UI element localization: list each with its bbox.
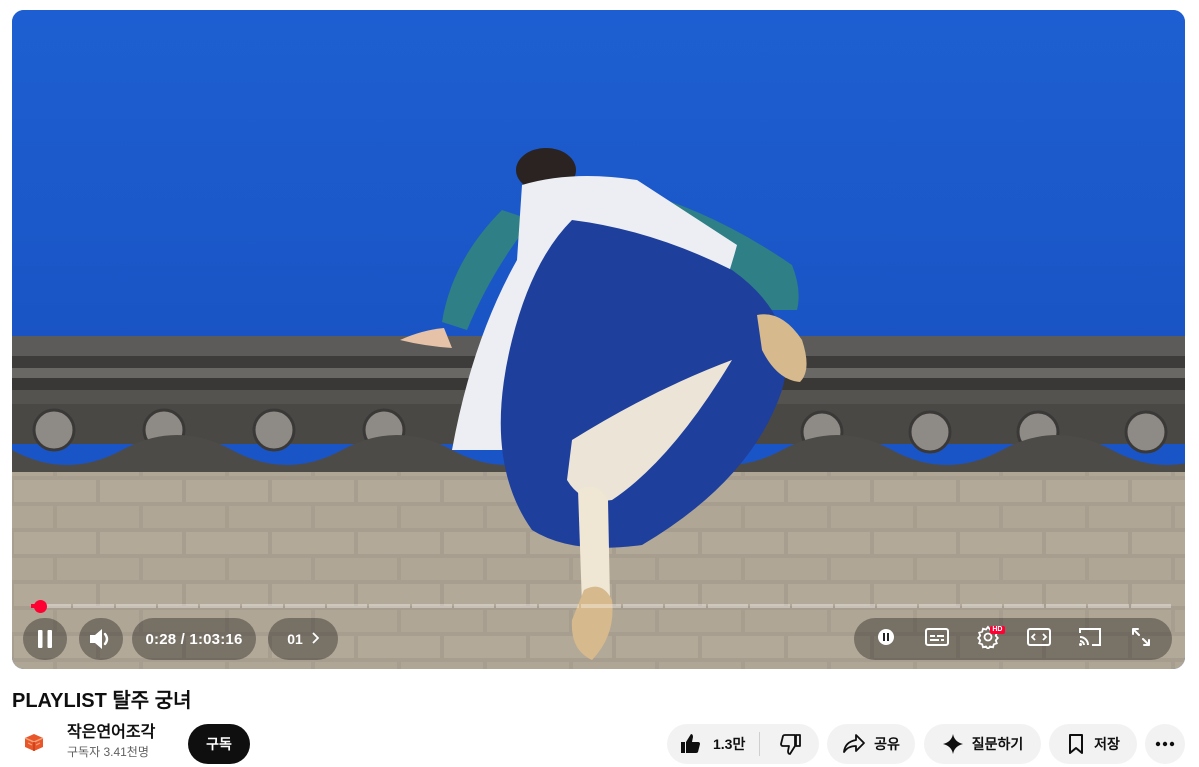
chapter-segment [369,604,410,608]
chapter-segment [623,604,664,608]
sparkle-icon [942,733,964,755]
chapter-segment [792,604,833,608]
theater-mode-button[interactable] [1018,618,1060,660]
chapter-segment [327,604,368,608]
chapter-segment [538,604,579,608]
video-player[interactable]: 0:28 / 1:03:16 01 HD [12,10,1185,669]
video-frame [12,10,1185,669]
theater-mode-icon [1026,627,1052,652]
chapter-segment [919,604,960,608]
channel-block: 작은연어조각 구독자 3.41천명 [14,722,155,762]
chapter-segment [834,604,875,608]
chapter-segment [750,604,791,608]
dislike-button[interactable] [760,724,819,764]
chapter-segment [1046,604,1087,608]
chapter-segment [157,604,199,608]
like-count: 1.3만 [713,736,746,752]
pause-button[interactable] [23,618,67,660]
channel-name[interactable]: 작은연어조각 [67,723,155,743]
chapter-segment [284,604,326,608]
thumbs-up-icon [679,732,703,756]
time-display: 0:28 / 1:03:16 [132,618,256,660]
cast-icon [1077,626,1103,653]
settings-button[interactable]: HD [967,618,1009,660]
chapter-segment [73,604,114,608]
subtitles-button[interactable] [916,618,958,660]
chapter-segment [1130,604,1172,608]
chapter-segment [876,604,918,608]
volume-icon [80,618,122,660]
chapter-segment [411,604,452,608]
time-separator: / [176,630,190,648]
autoplay-toggle[interactable] [865,618,907,660]
channel-avatar[interactable] [14,722,54,762]
subtitles-icon [924,627,950,652]
chapter-segment [1003,604,1045,608]
more-actions-button[interactable] [1145,724,1185,764]
thumbs-down-icon [778,732,802,756]
chapter-segment [1088,604,1129,608]
progress-bar[interactable] [31,600,1172,613]
chevron-right-icon [311,631,320,647]
fullscreen-button[interactable] [1120,618,1162,660]
mute-button[interactable] [79,618,123,660]
chapter-segment [453,604,495,608]
salmon-logo-icon [24,734,44,751]
share-icon [842,733,866,755]
video-title: PLAYLIST 탈주 궁녀 [12,690,192,712]
cast-button[interactable] [1069,618,1111,660]
chapter-segment [665,604,706,608]
chapter-button[interactable]: 01 [268,618,338,660]
share-label: 공유 [874,736,900,752]
like-dislike-group: 1.3만 [667,724,819,764]
chapter-segment [961,604,1002,608]
subscriber-count: 구독자 3.41천명 [67,745,149,759]
bookmark-icon [1066,733,1086,755]
chapter-segment [707,604,749,608]
chapter-segment [580,604,622,608]
chapter-segment [242,604,283,608]
time-current: 0:28 [145,630,177,648]
chapter-segment [496,604,537,608]
share-button[interactable]: 공유 [827,724,915,764]
chapter-segment [115,604,156,608]
chapter-segment [200,604,241,608]
progress-track [31,604,1172,608]
hd-badge: HD [990,626,1005,634]
like-button[interactable]: 1.3만 [667,724,745,764]
pause-icon [24,618,66,660]
save-button[interactable]: 저장 [1049,724,1137,764]
ask-label: 질문하기 [971,736,1024,752]
save-label: 저장 [1094,736,1120,752]
ask-button[interactable]: 질문하기 [924,724,1041,764]
progress-scrubber[interactable] [33,600,47,613]
subscribe-button[interactable]: 구독 [188,724,250,764]
channel-info: 작은연어조각 구독자 3.41천명 [67,723,155,761]
chapter-label: 01 [287,631,303,647]
time-total: 1:03:16 [189,630,243,648]
fullscreen-icon [1130,626,1152,653]
right-controls: HD [854,618,1172,660]
autoplay-toggle-icon [876,627,896,652]
more-horizontal-icon [1155,741,1175,747]
